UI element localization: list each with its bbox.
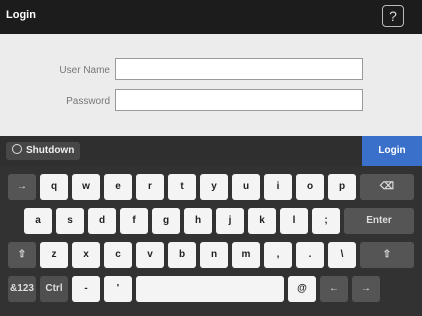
key-h[interactable]: h — [184, 208, 212, 234]
key-n[interactable]: n — [200, 242, 228, 268]
key-r[interactable]: r — [136, 174, 164, 200]
key-l[interactable]: l — [280, 208, 308, 234]
key-s[interactable]: s — [56, 208, 84, 234]
key-e[interactable]: e — [104, 174, 132, 200]
key-g[interactable]: g — [152, 208, 180, 234]
login-screen: Login ? User Name Password Shutdown Logi… — [0, 0, 422, 316]
key-j[interactable]: j — [216, 208, 244, 234]
ctrl-key[interactable]: Ctrl — [40, 276, 68, 302]
key-q[interactable]: q — [40, 174, 68, 200]
key-w[interactable]: w — [72, 174, 100, 200]
shift-right-key[interactable]: ⇧ — [360, 242, 414, 268]
key-b[interactable]: b — [168, 242, 196, 268]
login-form: User Name Password — [0, 34, 422, 136]
key-i[interactable]: i — [264, 174, 292, 200]
title-bar: Login ? — [0, 0, 422, 34]
key-v[interactable]: v — [136, 242, 164, 268]
key-d[interactable]: d — [88, 208, 116, 234]
username-label: User Name — [59, 65, 110, 76]
on-screen-keyboard: → q w e r t y u i o p ⌫ a s d f g h j k … — [0, 166, 422, 316]
shift-left-key[interactable]: ⇧ — [8, 242, 36, 268]
space-key[interactable] — [136, 276, 284, 302]
enter-key[interactable]: Enter — [344, 208, 414, 234]
arrow-left-key[interactable]: ← — [320, 276, 348, 302]
shutdown-button[interactable]: Shutdown — [6, 142, 81, 160]
key-y[interactable]: y — [200, 174, 228, 200]
key-o[interactable]: o — [296, 174, 324, 200]
key-backslash[interactable]: \ — [328, 242, 356, 268]
username-field[interactable] — [115, 58, 363, 80]
key-f[interactable]: f — [120, 208, 148, 234]
tab-key[interactable]: → — [8, 174, 36, 200]
key-period[interactable]: . — [296, 242, 324, 268]
key-a[interactable]: a — [24, 208, 52, 234]
symbols-key[interactable]: &123 — [8, 276, 36, 302]
key-u[interactable]: u — [232, 174, 260, 200]
help-icon[interactable]: ? — [382, 5, 404, 27]
key-comma[interactable]: , — [264, 242, 292, 268]
key-apostrophe[interactable]: ' — [104, 276, 132, 302]
key-t[interactable]: t — [168, 174, 196, 200]
backspace-key[interactable]: ⌫ — [360, 174, 414, 200]
key-c[interactable]: c — [104, 242, 132, 268]
login-label: Login — [378, 145, 406, 156]
password-label: Password — [66, 96, 110, 107]
action-bar: Shutdown Login — [0, 136, 422, 166]
key-p[interactable]: p — [328, 174, 356, 200]
power-icon — [12, 144, 22, 154]
window-title: Login — [6, 9, 36, 21]
key-semicolon[interactable]: ; — [312, 208, 340, 234]
key-m[interactable]: m — [232, 242, 260, 268]
shutdown-label: Shutdown — [26, 145, 75, 156]
password-field[interactable] — [115, 89, 363, 111]
key-z[interactable]: z — [40, 242, 68, 268]
key-k[interactable]: k — [248, 208, 276, 234]
login-button[interactable]: Login — [362, 136, 422, 166]
key-at[interactable]: @ — [288, 276, 316, 302]
key-hyphen[interactable]: - — [72, 276, 100, 302]
key-x[interactable]: x — [72, 242, 100, 268]
arrow-right-key[interactable]: → — [352, 276, 380, 302]
